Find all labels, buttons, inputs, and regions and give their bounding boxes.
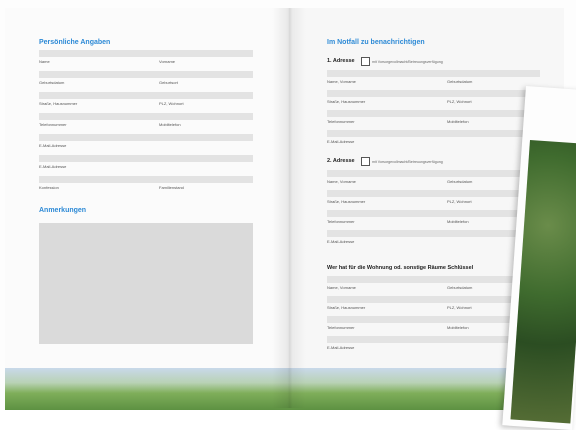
field-label: E-Mail-Adresse — [327, 345, 355, 350]
field-input[interactable] — [327, 110, 540, 117]
field-label: E-Mail-Adresse — [327, 139, 355, 144]
field-input[interactable] — [327, 130, 540, 137]
field-label: Straße, Hausnummer — [327, 305, 366, 310]
notes-field[interactable] — [39, 223, 253, 344]
field-label-right: Mobiltelefon — [159, 122, 181, 127]
field-label: E-Mail-Adresse — [39, 143, 67, 148]
field-input[interactable] — [39, 134, 253, 141]
field-input[interactable] — [327, 296, 540, 303]
field-input[interactable] — [327, 210, 540, 217]
field-input[interactable] — [39, 176, 253, 183]
address2-checkbox-label: mit Vorsorgevollmacht/Betreuungsverfügun… — [372, 160, 443, 164]
field-label: Name, Vorname — [327, 79, 356, 84]
emergency-heading: Im Notfall zu benachrichtigen — [327, 39, 425, 46]
field-label: Straße, Hausnummer — [327, 199, 366, 204]
keys-title: Wer hat für die Wohnung od. sonstige Räu… — [327, 265, 474, 271]
field-label: Konfession — [39, 185, 59, 190]
field-input[interactable] — [39, 113, 253, 120]
landscape-footer-image — [5, 368, 525, 410]
field-label-right: PLZ, Wohnort — [447, 305, 472, 310]
field-label: Telefonnummer — [327, 325, 355, 330]
field-label-right: PLZ, Wohnort — [447, 199, 472, 204]
field-label: Telefonnummer — [39, 122, 67, 127]
field-input[interactable] — [39, 71, 253, 78]
field-input[interactable] — [327, 276, 540, 283]
field-label: Straße, Hausnummer — [327, 99, 366, 104]
field-input[interactable] — [39, 92, 253, 99]
field-label-right: Mobiltelefon — [447, 325, 469, 330]
field-label: Telefonnummer — [327, 119, 355, 124]
field-input[interactable] — [327, 190, 540, 197]
field-input[interactable] — [327, 316, 540, 323]
field-label: Geburtsdatum — [39, 80, 65, 85]
field-label: Straße, Hausnummer — [39, 101, 78, 106]
field-input[interactable] — [327, 230, 540, 237]
field-input[interactable] — [327, 170, 540, 177]
field-label-right: Geburtsdatum — [447, 179, 473, 184]
address2-title: 2. Adresse — [327, 158, 355, 164]
field-label-right: PLZ, Wohnort — [159, 101, 184, 106]
personal-heading: Persönliche Angaben — [39, 39, 111, 46]
field-label: Name — [39, 59, 50, 64]
field-label: E-Mail-Adresse — [327, 239, 355, 244]
field-label: Name, Vorname — [327, 285, 356, 290]
field-label-right: Geburtsort — [159, 80, 178, 85]
field-label-right: PLZ, Wohnort — [447, 99, 472, 104]
field-input[interactable] — [327, 90, 540, 97]
page-fold — [272, 8, 306, 408]
field-label: Telefonnummer — [327, 219, 355, 224]
address1-checkbox[interactable] — [361, 57, 370, 66]
field-label-right: Vorname — [159, 59, 176, 64]
field-label-right: Mobiltelefon — [447, 219, 469, 224]
address2-checkbox[interactable] — [361, 157, 370, 166]
field-label-right: Mobiltelefon — [447, 119, 469, 124]
field-label: E-Mail-Adresse — [39, 164, 67, 169]
field-input[interactable] — [39, 155, 253, 162]
notes-heading: Anmerkungen — [39, 207, 87, 214]
field-label-right: Geburtsdatum — [447, 285, 473, 290]
address1-checkbox-label: mit Vorsorgevollmacht/Betreuungsverfügun… — [372, 60, 443, 64]
field-label-right: Geburtsdatum — [447, 79, 473, 84]
field-label-right: Familienstand — [159, 185, 184, 190]
field-input[interactable] — [39, 50, 253, 57]
address1-title: 1. Adresse — [327, 58, 355, 64]
field-input[interactable] — [327, 70, 540, 77]
field-label: Name, Vorname — [327, 179, 356, 184]
